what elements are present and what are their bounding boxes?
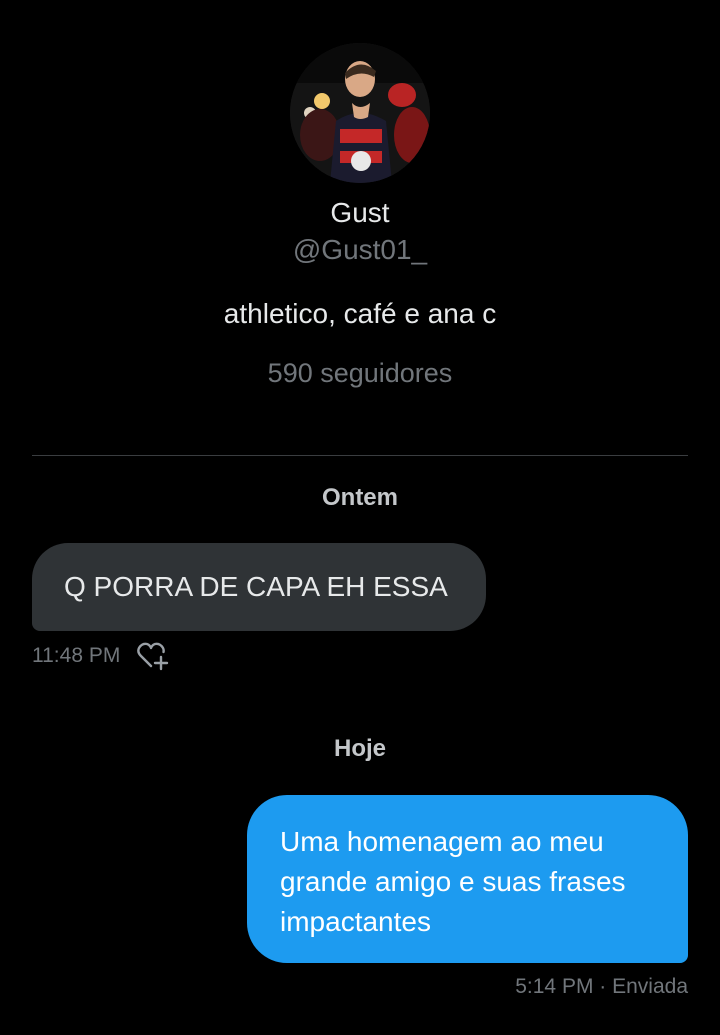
divider bbox=[32, 455, 688, 456]
profile-bio: athletico, café e ana c bbox=[223, 298, 497, 329]
profile-followers[interactable]: 590 seguidores bbox=[0, 358, 720, 389]
profile-handle: @Gust01_ bbox=[292, 234, 428, 265]
message-time: 11:48 PM bbox=[32, 644, 121, 667]
add-reaction-heart-icon[interactable] bbox=[136, 641, 170, 671]
avatar-photo bbox=[290, 43, 430, 183]
outgoing-message-bubble[interactable]: Uma homenagem ao meu grande amigo e suas… bbox=[247, 795, 688, 963]
profile-name: Gust bbox=[330, 197, 390, 228]
day-separator-yesterday: Ontem bbox=[321, 484, 398, 511]
outgoing-message-status: 5:14 PM · Enviada bbox=[515, 975, 688, 998]
incoming-message-bubble[interactable]: Q PORRA DE CAPA EH ESSA bbox=[32, 543, 486, 631]
incoming-message-meta: 11:48 PM bbox=[32, 641, 170, 671]
avatar[interactable] bbox=[290, 43, 430, 183]
day-separator-today: Hoje bbox=[333, 735, 386, 762]
